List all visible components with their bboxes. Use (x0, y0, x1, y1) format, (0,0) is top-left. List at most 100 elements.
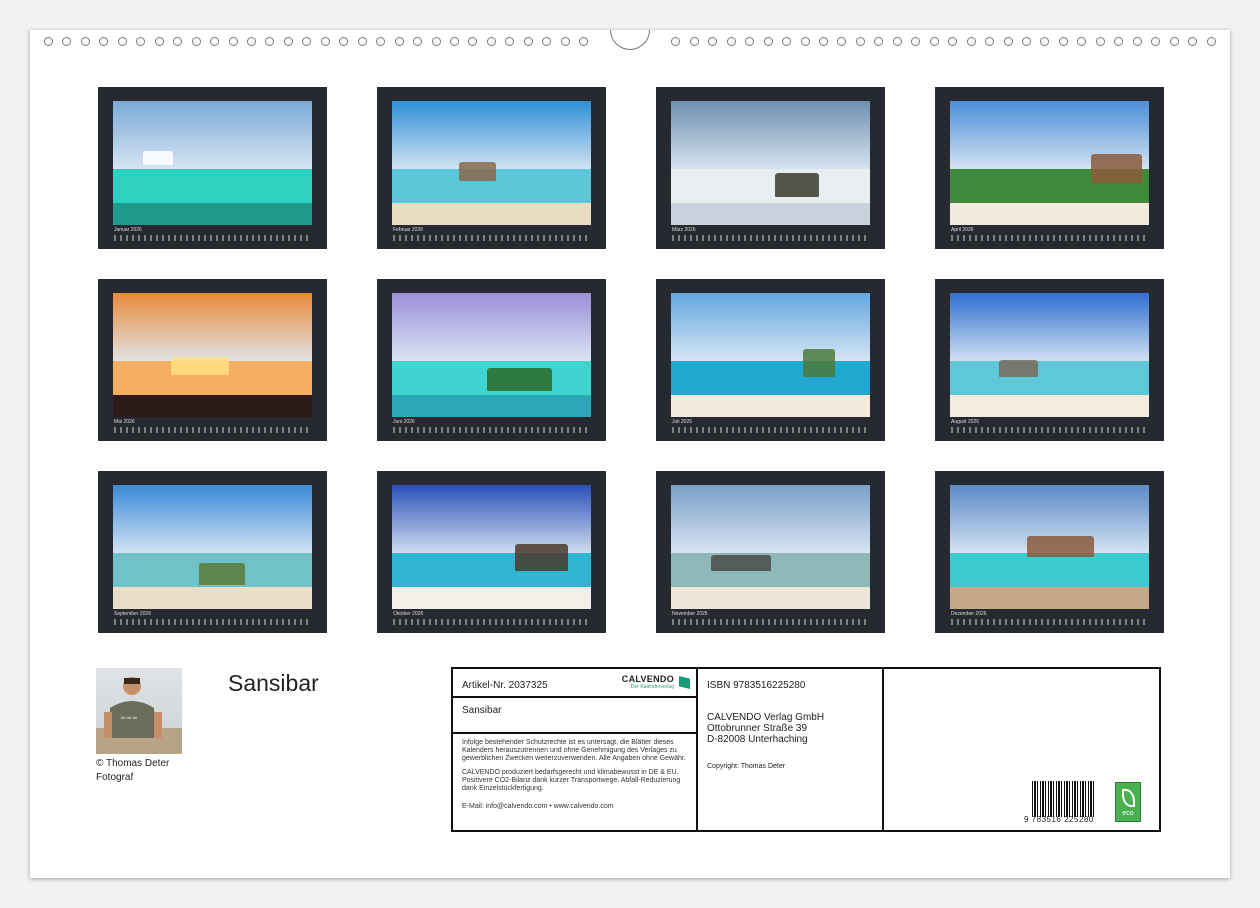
publisher-name: CALVENDO Verlag GmbH (707, 712, 825, 723)
month-date-strip (672, 619, 870, 625)
binding-ring (800, 36, 810, 46)
binding-ring (62, 36, 72, 46)
month-date-strip (114, 427, 312, 433)
month-label: Dezember 2026 (951, 611, 987, 617)
month-label: Januar 2026 (114, 227, 142, 233)
binding-ring (929, 36, 939, 46)
binding-ring (99, 36, 109, 46)
binding-ring (1132, 36, 1142, 46)
binding-ring (246, 36, 256, 46)
binding-ring (948, 36, 958, 46)
legal-text-rights: Infolge bestehender Schutzrechte ist es … (462, 739, 686, 762)
month-date-strip (393, 235, 591, 241)
month-preview: September 2026 (98, 471, 327, 633)
month-label: Oktober 2026 (393, 611, 424, 617)
binding-ring (44, 36, 53, 46)
binding-ring (689, 36, 699, 46)
info-column-publisher: ISBN 9783516225280 CALVENDO Verlag GmbH … (698, 669, 884, 830)
month-photo (950, 293, 1149, 417)
copyright: Copyright: Thomas Deter (707, 763, 786, 770)
legal-notice: Infolge bestehender Schutzrechte ist es … (453, 734, 696, 811)
month-photo (671, 293, 870, 417)
binding-ring (173, 36, 183, 46)
binding-ring (339, 36, 349, 46)
binding-ring (505, 36, 515, 46)
binding-ring (819, 36, 829, 46)
contact-email: E-Mail: info@calvendo.com • www.calvendo… (462, 803, 614, 810)
month-date-strip (114, 619, 312, 625)
person-image: ≈≈≈ (96, 677, 182, 754)
binding-ring (745, 36, 755, 46)
month-photo (392, 293, 591, 417)
month-date-strip (951, 235, 1149, 241)
article-row: Artikel-Nr. 2037325 CALVENDO Der Kalende… (453, 669, 696, 698)
month-photo (671, 485, 870, 609)
binding-ring (413, 36, 423, 46)
month-preview: Dezember 2026 (935, 471, 1164, 633)
month-preview: Juli 2026 (656, 279, 885, 441)
binding-ring (1114, 36, 1124, 46)
binding-ring (763, 36, 773, 46)
month-photo (950, 485, 1149, 609)
binding-ring (136, 36, 146, 46)
month-photo (113, 101, 312, 225)
month-preview: August 2026 (935, 279, 1164, 441)
barcode-number: 9 783516 225280 (1024, 815, 1094, 824)
month-photo (392, 101, 591, 225)
month-label: September 2026 (114, 611, 151, 617)
month-preview: Februar 2026 (377, 87, 606, 249)
brand-tagline: Der Kalenderverlag (630, 684, 674, 690)
month-photo (113, 293, 312, 417)
month-label: April 2026 (951, 227, 974, 233)
month-photo (950, 101, 1149, 225)
month-label: Februar 2026 (393, 227, 424, 233)
binding-ring (1003, 36, 1013, 46)
binding-ring (320, 36, 330, 46)
month-date-strip (393, 427, 591, 433)
binding-ring (228, 36, 238, 46)
binding-ring (874, 36, 884, 46)
month-preview-grid: Januar 2026 Februar 2026 März 2026 April 20… (98, 87, 1164, 633)
eco-badge: eco (1115, 782, 1141, 822)
binding-ring (80, 36, 90, 46)
info-column-barcode: 9 783516 225280 eco (884, 669, 1159, 830)
binding-ring (1022, 36, 1032, 46)
month-date-strip (951, 427, 1149, 433)
publisher-street: Ottobrunner Straße 39 (707, 723, 808, 734)
binding-ring (892, 36, 902, 46)
binding-ring (357, 36, 367, 46)
calendar-title: Sansibar (228, 670, 319, 696)
month-photo (671, 101, 870, 225)
month-date-strip (672, 427, 870, 433)
month-photo (392, 485, 591, 609)
month-label: März 2026 (672, 227, 696, 233)
binding-ring (579, 36, 589, 46)
month-label: Mai 2026 (114, 419, 135, 425)
binding-ring (302, 36, 312, 46)
month-preview: März 2026 (656, 87, 885, 249)
calvendo-logo: CALVENDO Der Kalenderverlag (622, 674, 690, 690)
binding-ring (117, 36, 127, 46)
binding-ring (191, 36, 201, 46)
binding-ring (726, 36, 736, 46)
binding-ring (1058, 36, 1068, 46)
product-info-box: Artikel-Nr. 2037325 CALVENDO Der Kalende… (451, 667, 1161, 832)
month-preview: April 2026 (935, 87, 1164, 249)
info-column-product: Artikel-Nr. 2037325 CALVENDO Der Kalende… (453, 669, 698, 830)
binding-ring (1206, 36, 1216, 46)
binding-ring (210, 36, 220, 46)
binding-ring (265, 36, 275, 46)
binding-ring (523, 36, 533, 46)
binding-ring (283, 36, 293, 46)
author-photo: ≈≈≈ (96, 668, 182, 754)
binding-ring (855, 36, 865, 46)
month-date-strip (951, 619, 1149, 625)
binding-ring (394, 36, 404, 46)
binding-ring (431, 36, 441, 46)
binding-ring (486, 36, 496, 46)
binding-ring (1188, 36, 1198, 46)
binding-ring (671, 36, 681, 46)
month-label: Juni 2026 (393, 419, 415, 425)
binding-ring (837, 36, 847, 46)
binding-ring (449, 36, 459, 46)
